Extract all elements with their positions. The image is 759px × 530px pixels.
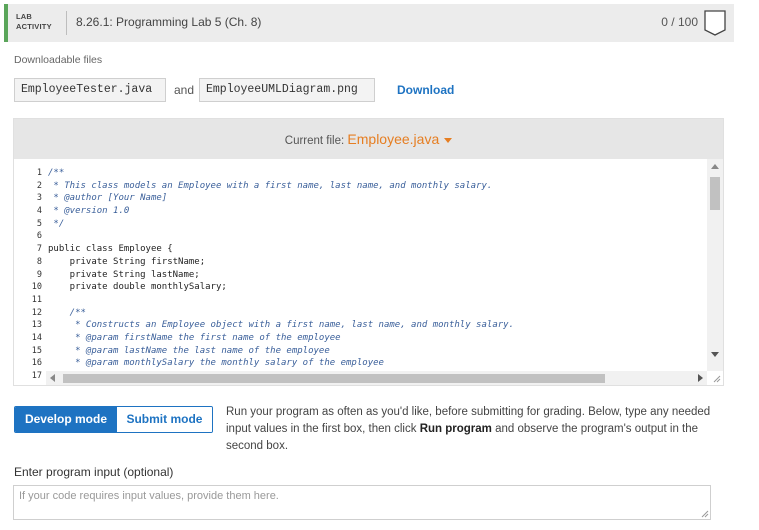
code-text: * @param firstName the first name of the… <box>48 332 341 343</box>
code-line: 7 public class Employee { <box>14 243 514 256</box>
code-line: 10 private double monthlySalary; <box>14 281 514 294</box>
header-divider <box>66 11 67 35</box>
scroll-left-icon[interactable] <box>50 374 55 382</box>
download-link[interactable]: Download <box>397 83 454 97</box>
and-text: and <box>174 83 195 97</box>
current-file-selector: Current file: Employee.java <box>14 131 723 147</box>
resize-grip-icon[interactable] <box>711 373 721 383</box>
code-editor-panel: Current file: Employee.java 1 /** 2 * This… <box>13 118 724 386</box>
line-number: 9 <box>36 269 42 280</box>
code-text: /** <box>48 307 86 318</box>
code-line: 16 * @param monthlySalary the monthly sa… <box>14 357 514 370</box>
code-line: 3 * @author [Your Name] <box>14 192 514 205</box>
scroll-down-icon[interactable] <box>711 352 719 357</box>
code-text: /** <box>48 168 65 178</box>
badge-line-1: LAB <box>16 12 33 21</box>
run-program-emphasis: Run program <box>419 423 492 435</box>
line-number: 7 <box>36 244 42 255</box>
code-text: public class Employee { <box>48 244 173 255</box>
line-number: 16 <box>31 358 42 369</box>
code-line: 15 * @param lastName the last name of th… <box>14 345 514 358</box>
code-text: * @param lastName the last name of the e… <box>48 345 330 356</box>
line-number: 10 <box>31 282 42 293</box>
code-line: 6 <box>14 230 514 243</box>
line-number: 3 <box>36 193 42 204</box>
lab-header: LAB ACTIVITY 8.26.1: Programming Lab 5 (… <box>4 4 734 42</box>
code-line: 12 /** <box>14 307 514 320</box>
line-number: 6 <box>36 231 42 242</box>
code-text: private String lastName; <box>48 269 200 280</box>
line-number: 15 <box>31 345 42 356</box>
code-line: 11 <box>14 294 514 307</box>
code-line: 9 private String lastName; <box>14 269 514 282</box>
scroll-right-icon[interactable] <box>698 374 703 382</box>
code-line: 1 /** <box>14 167 514 180</box>
line-number: 5 <box>36 218 42 229</box>
line-number: 11 <box>31 294 42 305</box>
code-text: * @version 1.0 <box>48 206 130 217</box>
bookmark-flag-icon[interactable] <box>704 10 726 36</box>
code-text: * @author [Your Name] <box>48 193 168 204</box>
code-text: */ <box>48 218 65 229</box>
line-number: 2 <box>36 180 42 191</box>
current-file-label: Current file: <box>284 135 345 147</box>
code-line: 4 * @version 1.0 <box>14 205 514 218</box>
code-text: * @param monthlySalary the monthly salar… <box>48 358 384 369</box>
code-line: 2 * This class models an Employee with a… <box>14 180 514 193</box>
horizontal-scroll-thumb[interactable] <box>63 374 605 383</box>
vertical-scrollbar[interactable] <box>707 159 723 371</box>
code-lines: 1 /** 2 * This class models an Employee wi… <box>14 167 514 383</box>
resize-grip-icon[interactable] <box>699 508 709 518</box>
file-chip-uml-diagram: EmployeeUMLDiagram.png <box>199 78 375 102</box>
scroll-up-icon[interactable] <box>711 164 719 169</box>
file-chip-employee-tester: EmployeeTester.java <box>14 78 166 102</box>
code-text: private String firstName; <box>48 256 206 267</box>
code-line: 5 */ <box>14 218 514 231</box>
current-file-dropdown[interactable]: Employee.java <box>347 131 439 147</box>
lab-title: 8.26.1: Programming Lab 5 (Ch. 8) <box>76 15 262 29</box>
code-line: 14 * @param firstName the first name of … <box>14 332 514 345</box>
vertical-scroll-thumb[interactable] <box>710 177 720 210</box>
line-number: 1 <box>36 168 42 178</box>
downloadable-files-label: Downloadable files <box>14 54 103 66</box>
chevron-down-icon[interactable] <box>444 138 453 144</box>
line-number: 13 <box>31 320 42 331</box>
line-number: 8 <box>36 256 42 267</box>
program-input-label: Enter program input (optional) <box>14 465 174 479</box>
score-display: 0 / 100 <box>661 15 698 29</box>
code-text: private double monthlySalary; <box>48 282 227 293</box>
code-text: * This class models an Employee with a f… <box>48 180 493 191</box>
line-number: 12 <box>31 307 42 318</box>
lab-activity-badge: LAB ACTIVITY <box>16 12 52 32</box>
code-editor[interactable]: 1 /** 2 * This class models an Employee wi… <box>14 159 723 385</box>
program-input-field[interactable] <box>13 485 711 520</box>
code-text: * Constructs an Employee object with a f… <box>48 320 514 331</box>
badge-line-2: ACTIVITY <box>16 22 52 31</box>
submit-mode-button[interactable]: Submit mode <box>116 407 212 432</box>
horizontal-scrollbar[interactable] <box>46 371 707 385</box>
line-number: 4 <box>36 206 42 217</box>
code-line: 13 * Constructs an Employee object with … <box>14 319 514 332</box>
line-number: 17 <box>31 371 42 381</box>
run-instructions: Run your program as often as you'd like,… <box>226 404 726 455</box>
line-number: 14 <box>31 332 42 343</box>
develop-mode-button[interactable]: Develop mode <box>15 407 117 432</box>
code-line: 8 private String firstName; <box>14 256 514 269</box>
mode-toggle: Develop mode Submit mode <box>14 406 213 433</box>
